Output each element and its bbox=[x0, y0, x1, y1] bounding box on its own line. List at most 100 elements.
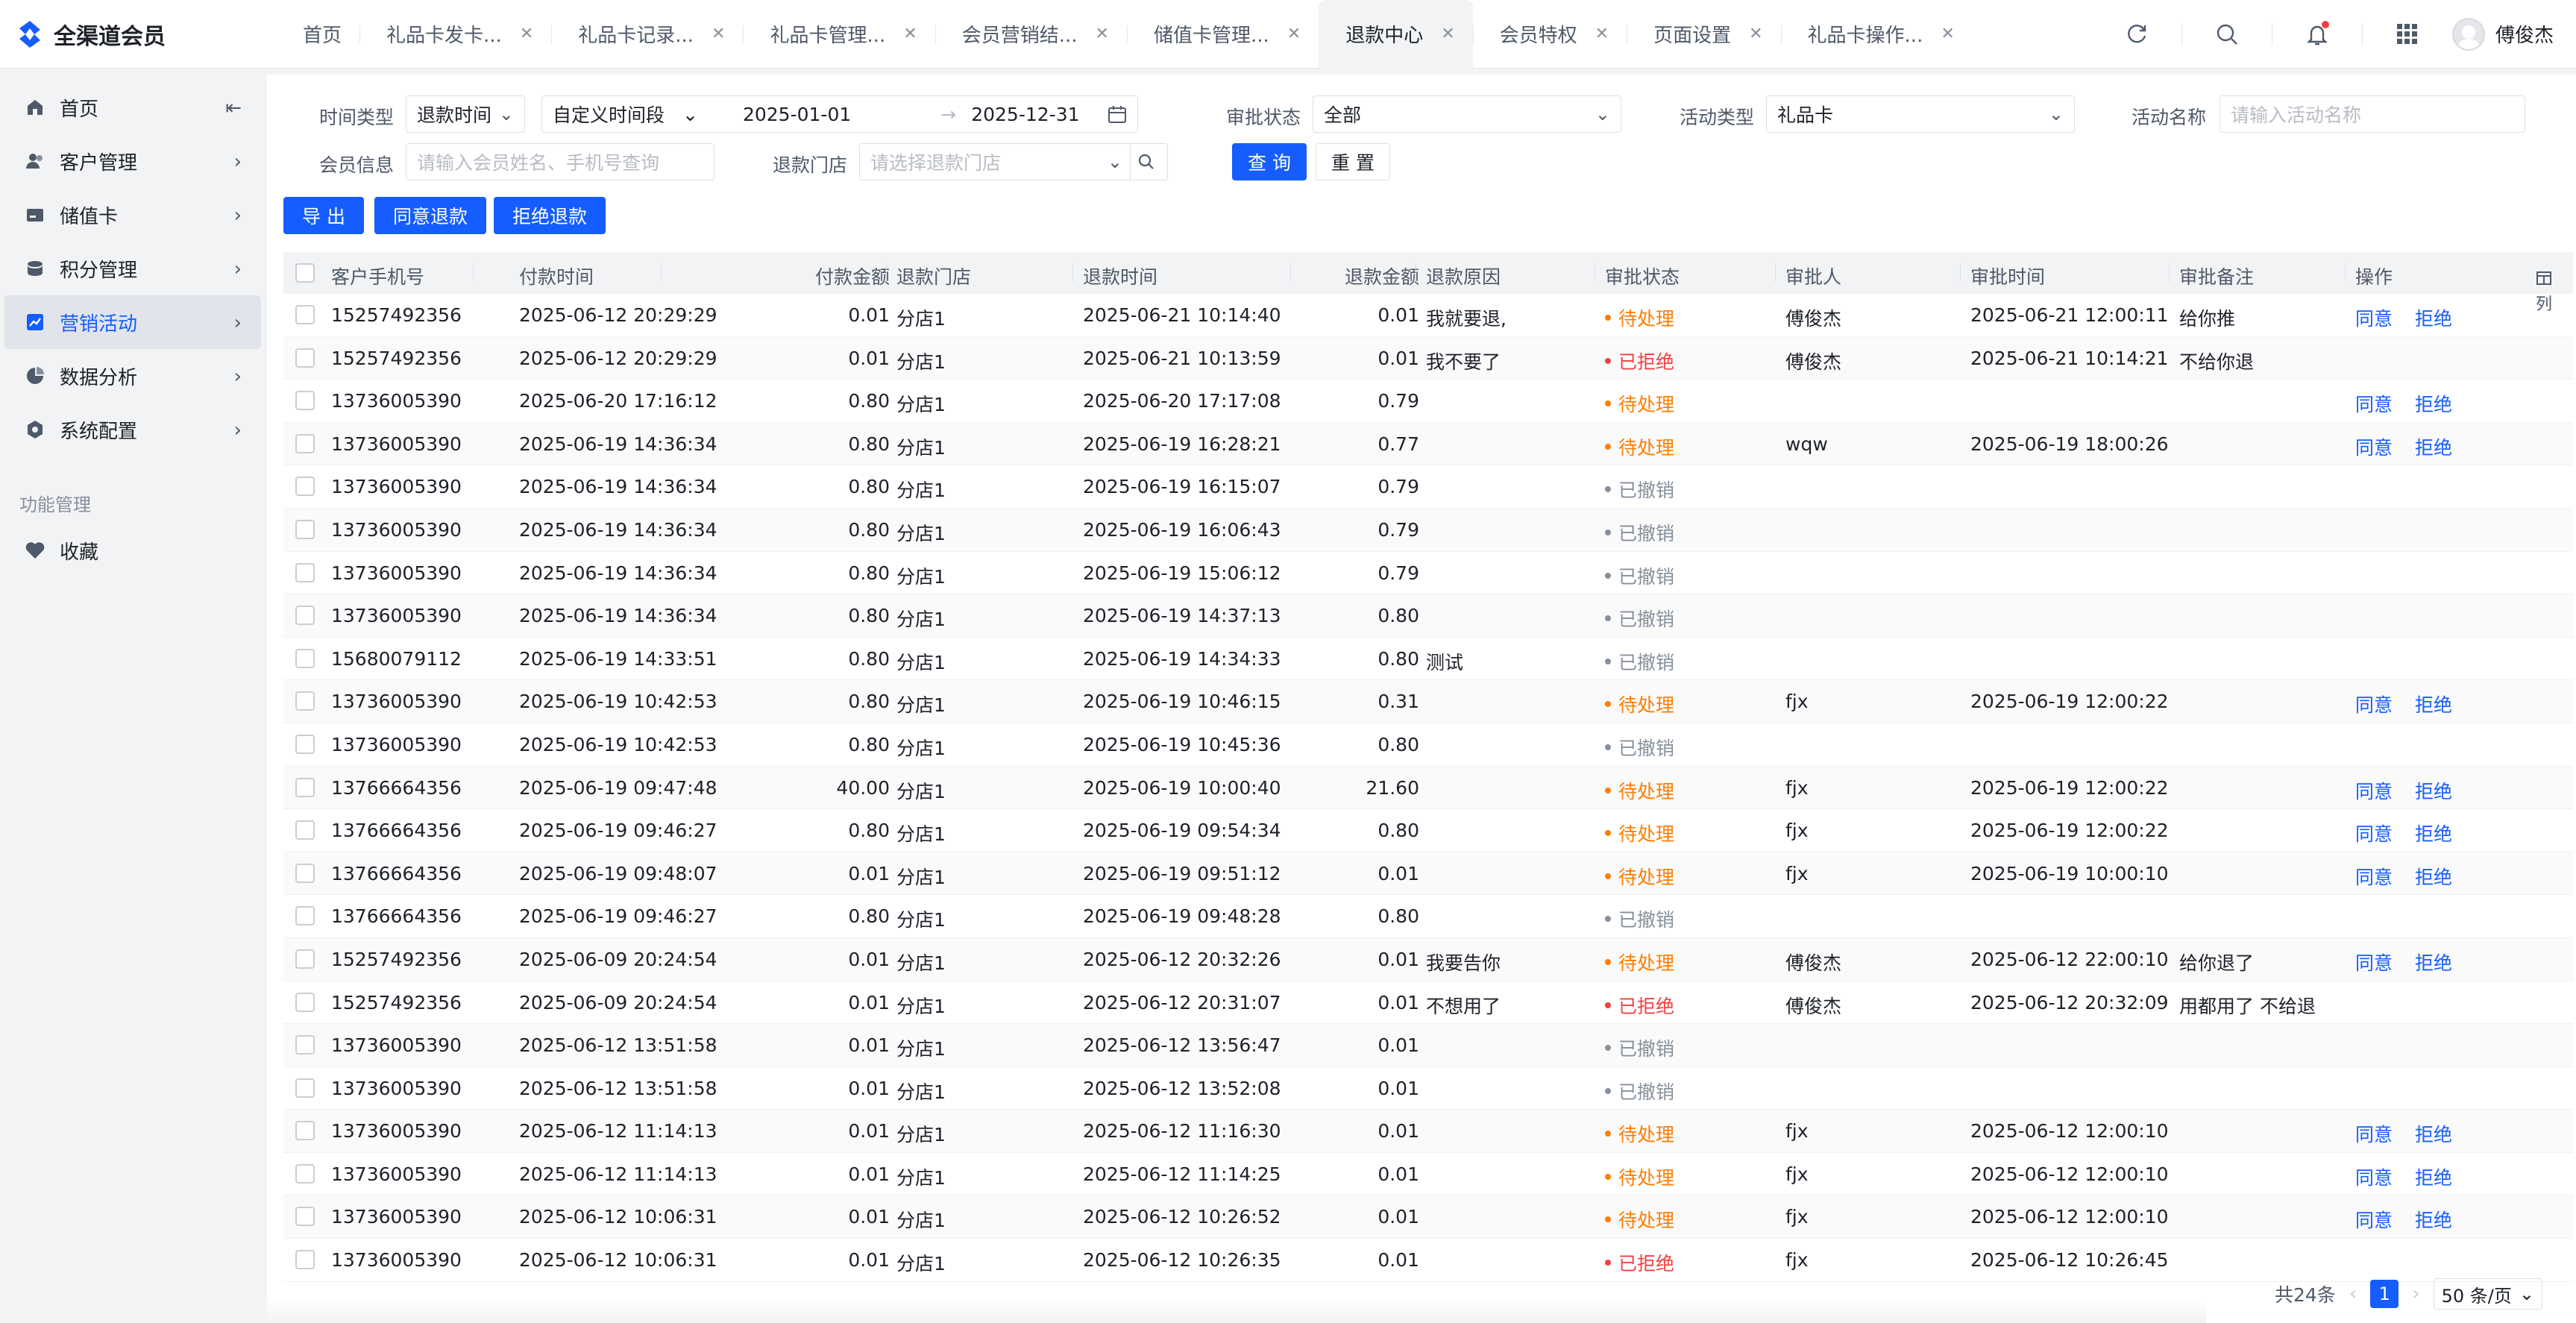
table-row[interactable]: 13736005390 2025-06-12 11:14:13 0.01 分店1 202… bbox=[283, 1153, 2573, 1196]
row-checkbox[interactable] bbox=[295, 863, 315, 883]
column-header[interactable]: 审批备注 bbox=[2179, 263, 2254, 289]
column-header[interactable]: 退款门店 bbox=[896, 263, 971, 289]
select-all-checkbox[interactable] bbox=[295, 263, 315, 283]
close-icon[interactable]: ✕ bbox=[1941, 25, 1954, 43]
column-divider[interactable] bbox=[1072, 264, 1073, 282]
table-row[interactable]: 13736005390 2025-06-19 14:36:34 0.80 分店1 202… bbox=[283, 552, 2573, 595]
row-checkbox[interactable] bbox=[295, 906, 315, 926]
row-checkbox[interactable] bbox=[295, 305, 315, 324]
table-row[interactable]: 13766664356 2025-06-19 09:48:07 0.01 分店1 202… bbox=[283, 852, 2573, 896]
row-checkbox[interactable] bbox=[295, 391, 315, 411]
row-checkbox[interactable] bbox=[295, 562, 315, 582]
column-divider[interactable] bbox=[1290, 264, 1291, 282]
activity-type-select[interactable]: 礼品卡 ⌄ bbox=[1766, 95, 2075, 133]
prev-page-icon[interactable]: ‹ bbox=[2349, 1283, 2357, 1305]
tab-4[interactable]: 会员营销结... ✕ bbox=[934, 0, 1127, 69]
table-row[interactable]: 13736005390 2025-06-19 10:42:53 0.80 分店1 202… bbox=[283, 680, 2573, 723]
row-checkbox[interactable] bbox=[295, 949, 315, 969]
reject-link[interactable]: 拒绝 bbox=[2415, 390, 2452, 417]
date-start[interactable]: 2025-01-01 bbox=[743, 104, 851, 125]
reset-button[interactable]: 重 置 bbox=[1316, 143, 1390, 180]
column-divider[interactable] bbox=[2345, 264, 2346, 282]
table-row[interactable]: 15257492356 2025-06-12 20:29:29 0.01 分店1 202… bbox=[283, 294, 2573, 337]
column-header[interactable]: 客户手机号 bbox=[331, 263, 424, 289]
reject-refund-button[interactable]: 拒绝退款 bbox=[494, 197, 606, 234]
range-mode-select[interactable]: 自定义时间段 bbox=[553, 101, 665, 128]
reject-link[interactable]: 拒绝 bbox=[2415, 1163, 2452, 1190]
column-settings[interactable]: 列 bbox=[2536, 270, 2552, 315]
tab-0[interactable]: 首页 bbox=[276, 0, 359, 69]
page-number[interactable]: 1 bbox=[2370, 1280, 2399, 1308]
row-checkbox[interactable] bbox=[295, 777, 315, 797]
table-row[interactable]: 13736005390 2025-06-20 17:16:12 0.80 分店1 202… bbox=[283, 380, 2573, 423]
table-row[interactable]: 13736005390 2025-06-19 14:36:34 0.80 分店1 202… bbox=[283, 508, 2573, 552]
row-checkbox[interactable] bbox=[295, 992, 315, 1012]
column-header[interactable]: 退款原因 bbox=[1426, 263, 1501, 289]
activity-name-input[interactable]: 请输入活动名称 bbox=[2220, 95, 2525, 133]
reject-link[interactable]: 拒绝 bbox=[2415, 1120, 2452, 1147]
approve-link[interactable]: 同意 bbox=[2355, 1163, 2393, 1190]
table-row[interactable]: 13736005390 2025-06-12 10:06:31 0.01 分店1 202… bbox=[283, 1195, 2573, 1239]
next-page-icon[interactable]: › bbox=[2412, 1283, 2419, 1305]
reject-link[interactable]: 拒绝 bbox=[2415, 433, 2452, 460]
close-icon[interactable]: ✕ bbox=[1096, 25, 1109, 43]
user-menu[interactable]: 傅俊杰 bbox=[2451, 17, 2554, 51]
column-header[interactable]: 退款金额 bbox=[1345, 263, 1419, 289]
table-row[interactable]: 13766664356 2025-06-19 09:46:27 0.80 分店1 202… bbox=[283, 895, 2573, 938]
approve-link[interactable]: 同意 bbox=[2355, 1206, 2393, 1233]
sidebar-item-0[interactable]: 首页 ⇤ bbox=[4, 81, 261, 134]
row-checkbox[interactable] bbox=[295, 1078, 315, 1098]
date-range-picker[interactable]: 自定义时间段 ⌄ 2025-01-01 → 2025-12-31 bbox=[541, 95, 1138, 133]
close-icon[interactable]: ✕ bbox=[903, 25, 917, 43]
tab-9[interactable]: 礼品卡操作... ✕ bbox=[1780, 0, 1973, 69]
column-header[interactable]: 审批人 bbox=[1785, 263, 1841, 289]
reject-link[interactable]: 拒绝 bbox=[2415, 691, 2452, 717]
row-checkbox[interactable] bbox=[295, 433, 315, 453]
table-row[interactable]: 15680079112 2025-06-19 14:33:51 0.80 分店1 202… bbox=[283, 638, 2573, 681]
sidebar-item-1[interactable]: 客户管理 › bbox=[4, 134, 261, 188]
collapse-sidebar-icon[interactable]: ⇤ bbox=[225, 97, 242, 119]
reject-link[interactable]: 拒绝 bbox=[2415, 949, 2452, 975]
table-row[interactable]: 13736005390 2025-06-19 14:36:34 0.80 分店1 202… bbox=[283, 465, 2573, 509]
query-button[interactable]: 查 询 bbox=[1232, 143, 1307, 180]
reject-link[interactable]: 拒绝 bbox=[2415, 1206, 2452, 1233]
table-row[interactable]: 13736005390 2025-06-12 11:14:13 0.01 分店1 202… bbox=[283, 1110, 2573, 1153]
column-header[interactable]: 审批时间 bbox=[1970, 263, 2045, 289]
row-checkbox[interactable] bbox=[295, 691, 315, 711]
row-checkbox[interactable] bbox=[295, 820, 315, 840]
column-header[interactable]: 操作 bbox=[2355, 263, 2393, 289]
apps-grid-icon[interactable] bbox=[2394, 21, 2421, 48]
row-checkbox[interactable] bbox=[295, 1035, 315, 1055]
reject-link[interactable]: 拒绝 bbox=[2415, 304, 2452, 331]
table-row[interactable]: 15257492356 2025-06-12 20:29:29 0.01 分店1 202… bbox=[283, 336, 2573, 380]
approve-refund-button[interactable]: 同意退款 bbox=[374, 197, 486, 234]
table-row[interactable]: 13736005390 2025-06-19 14:36:34 0.80 分店1 202… bbox=[283, 594, 2573, 638]
sidebar-item-6[interactable]: 系统配置 › bbox=[4, 403, 261, 456]
close-icon[interactable]: ✕ bbox=[1287, 25, 1301, 43]
table-row[interactable]: 13736005390 2025-06-12 10:06:31 0.01 分店1 202… bbox=[283, 1239, 2573, 1282]
reject-link[interactable]: 拒绝 bbox=[2415, 820, 2452, 846]
table-row[interactable]: 13736005390 2025-06-19 10:42:53 0.80 分店1 202… bbox=[283, 723, 2573, 767]
approve-link[interactable]: 同意 bbox=[2355, 777, 2393, 804]
sidebar-item-favorites[interactable]: 收藏 bbox=[4, 524, 261, 577]
column-header[interactable]: 审批状态 bbox=[1605, 263, 1680, 289]
row-checkbox[interactable] bbox=[295, 1207, 315, 1227]
close-icon[interactable]: ✕ bbox=[1595, 25, 1609, 43]
member-info-input[interactable]: 请输入会员姓名、手机号查询 bbox=[406, 143, 714, 180]
column-header[interactable]: 付款金额 bbox=[815, 263, 890, 289]
approve-link[interactable]: 同意 bbox=[2355, 304, 2393, 331]
column-header[interactable]: 退款时间 bbox=[1083, 263, 1157, 289]
close-icon[interactable]: ✕ bbox=[520, 25, 533, 43]
table-row[interactable]: 13766664356 2025-06-19 09:46:27 0.80 分店1 202… bbox=[283, 809, 2573, 852]
approve-link[interactable]: 同意 bbox=[2355, 390, 2393, 417]
approve-link[interactable]: 同意 bbox=[2355, 691, 2393, 717]
search-icon[interactable] bbox=[1130, 144, 1161, 180]
approval-status-select[interactable]: 全部 ⌄ bbox=[1313, 95, 1621, 133]
column-divider[interactable] bbox=[1960, 264, 1961, 282]
row-checkbox[interactable] bbox=[295, 1121, 315, 1141]
tab-8[interactable]: 页面设置 ✕ bbox=[1627, 0, 1780, 69]
column-divider[interactable] bbox=[473, 264, 474, 282]
row-checkbox[interactable] bbox=[295, 348, 315, 368]
tab-3[interactable]: 礼品卡管理... ✕ bbox=[743, 0, 934, 69]
calendar-icon[interactable] bbox=[1108, 105, 1127, 129]
